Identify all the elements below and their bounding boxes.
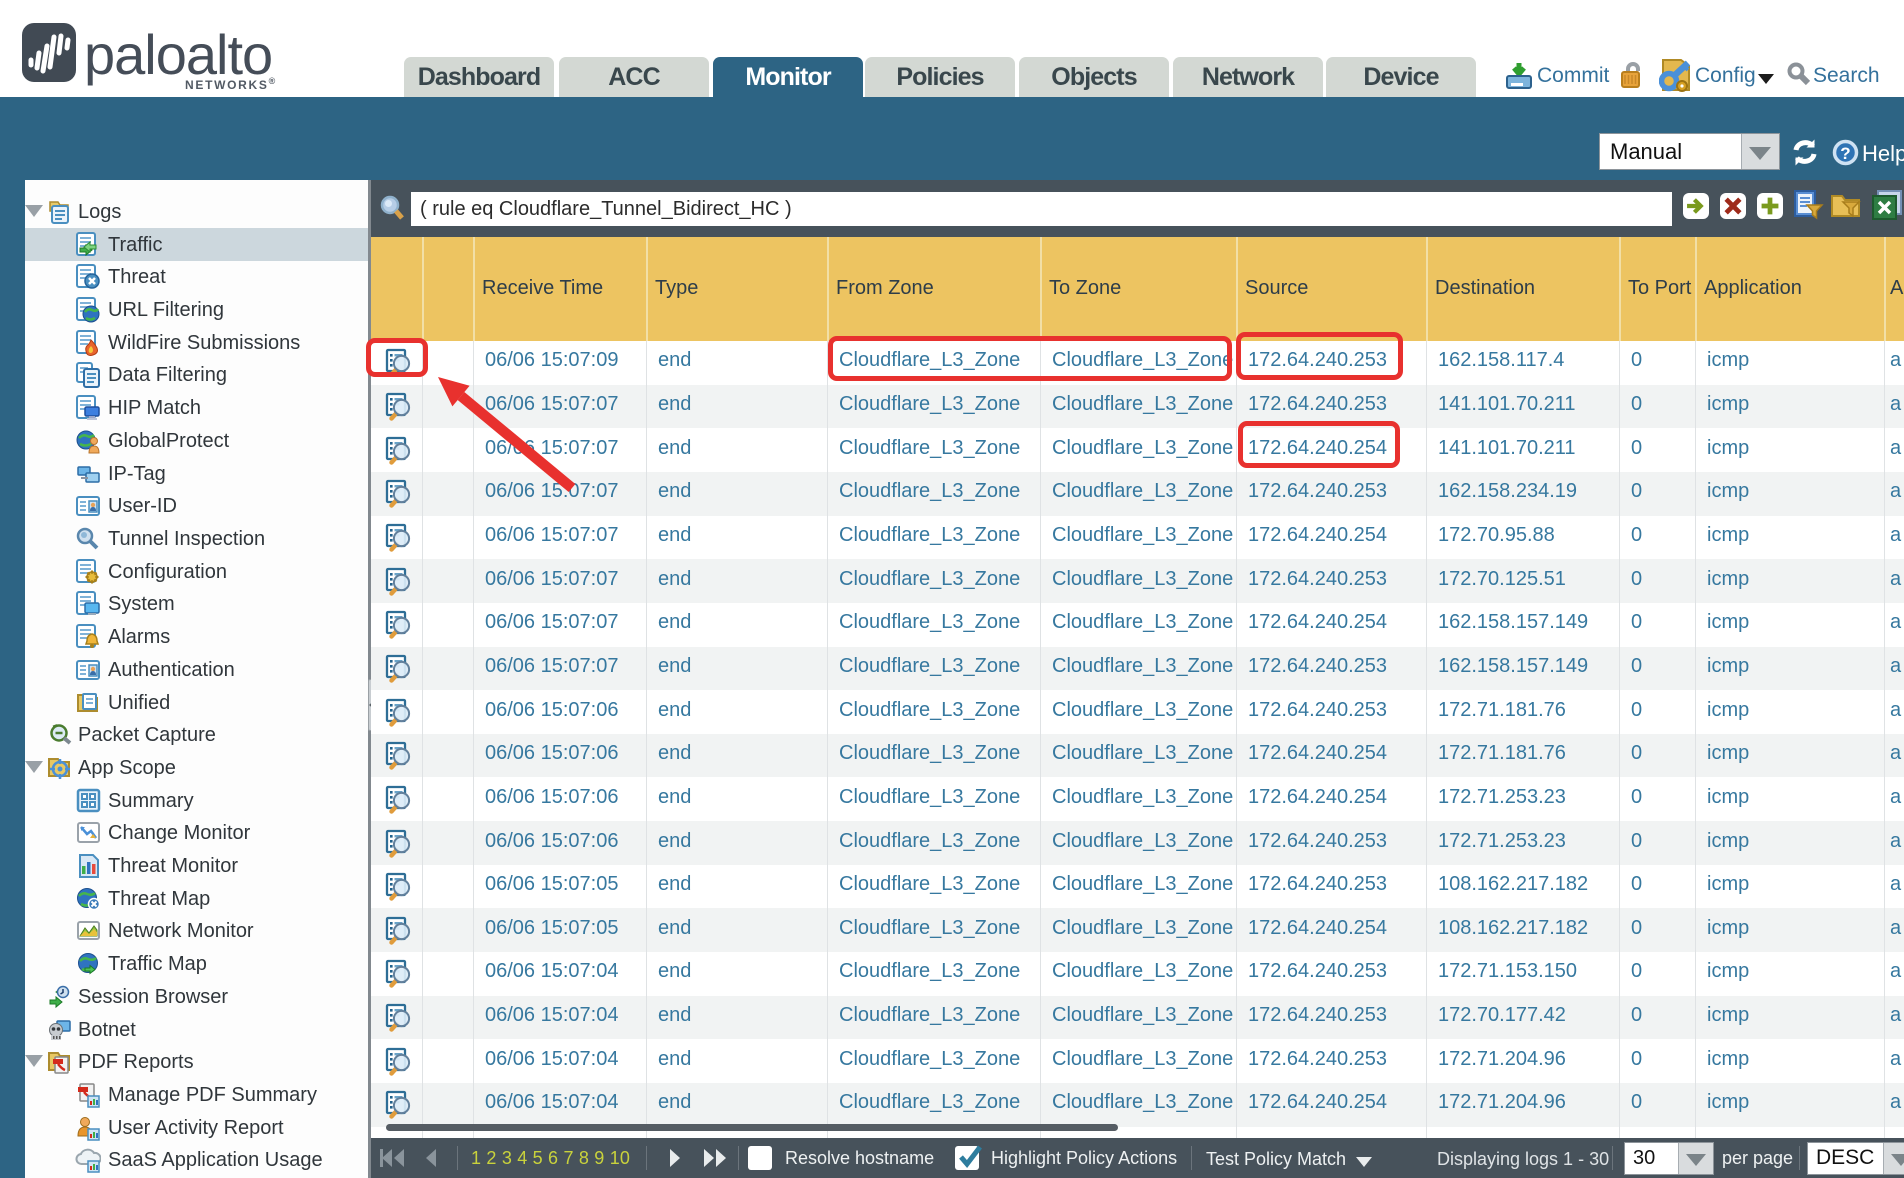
svg-text:?: ? [1840, 144, 1850, 163]
